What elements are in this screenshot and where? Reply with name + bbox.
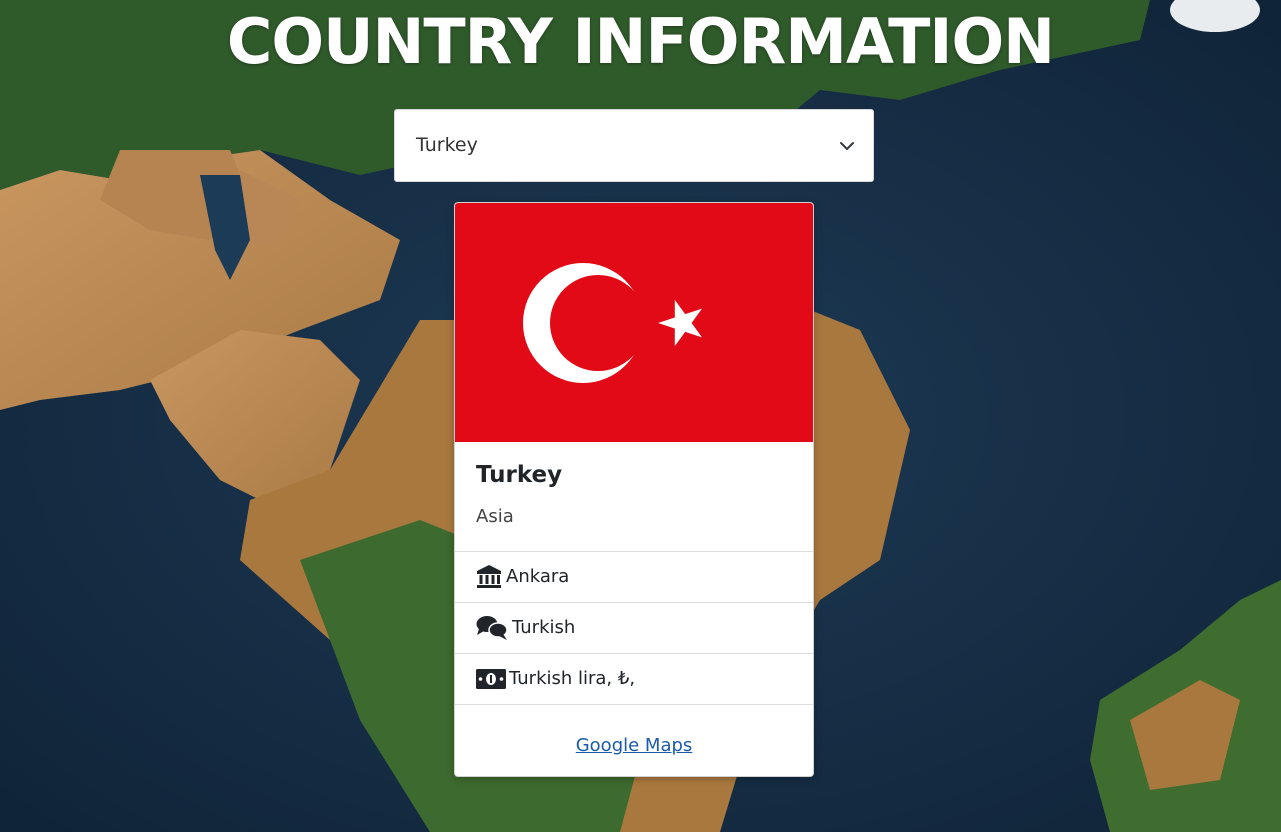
list-item-language: Turkish	[455, 603, 813, 654]
list-item-capital: Ankara	[455, 552, 813, 603]
language-value: Turkish	[512, 617, 576, 638]
country-select[interactable]: Turkey	[394, 109, 874, 182]
country-name: Turkey	[476, 462, 563, 488]
page-title: COUNTRY INFORMATION	[226, 5, 1055, 78]
landmark-icon	[477, 565, 501, 588]
country-select-value: Turkey	[416, 134, 478, 156]
google-maps-link[interactable]: Google Maps	[576, 735, 693, 756]
turkey-flag	[455, 203, 813, 442]
list-item-currency: Turkish lira, ₺,	[455, 654, 813, 705]
card-body: Turkey Asia	[455, 442, 813, 552]
currency-value: Turkish lira, ₺,	[509, 668, 636, 689]
capital-value: Ankara	[506, 566, 570, 587]
country-details-list: Ankara Turkish Turkish lira, ₺,	[455, 552, 813, 705]
country-card: Turkey Asia Ankara Turkish Turkish lira,…	[454, 202, 814, 777]
card-footer: Google Maps	[455, 707, 813, 776]
country-region: Asia	[476, 506, 514, 527]
comments-icon	[476, 616, 508, 640]
money-bill-icon	[476, 669, 506, 689]
chevron-down-icon	[840, 142, 854, 150]
